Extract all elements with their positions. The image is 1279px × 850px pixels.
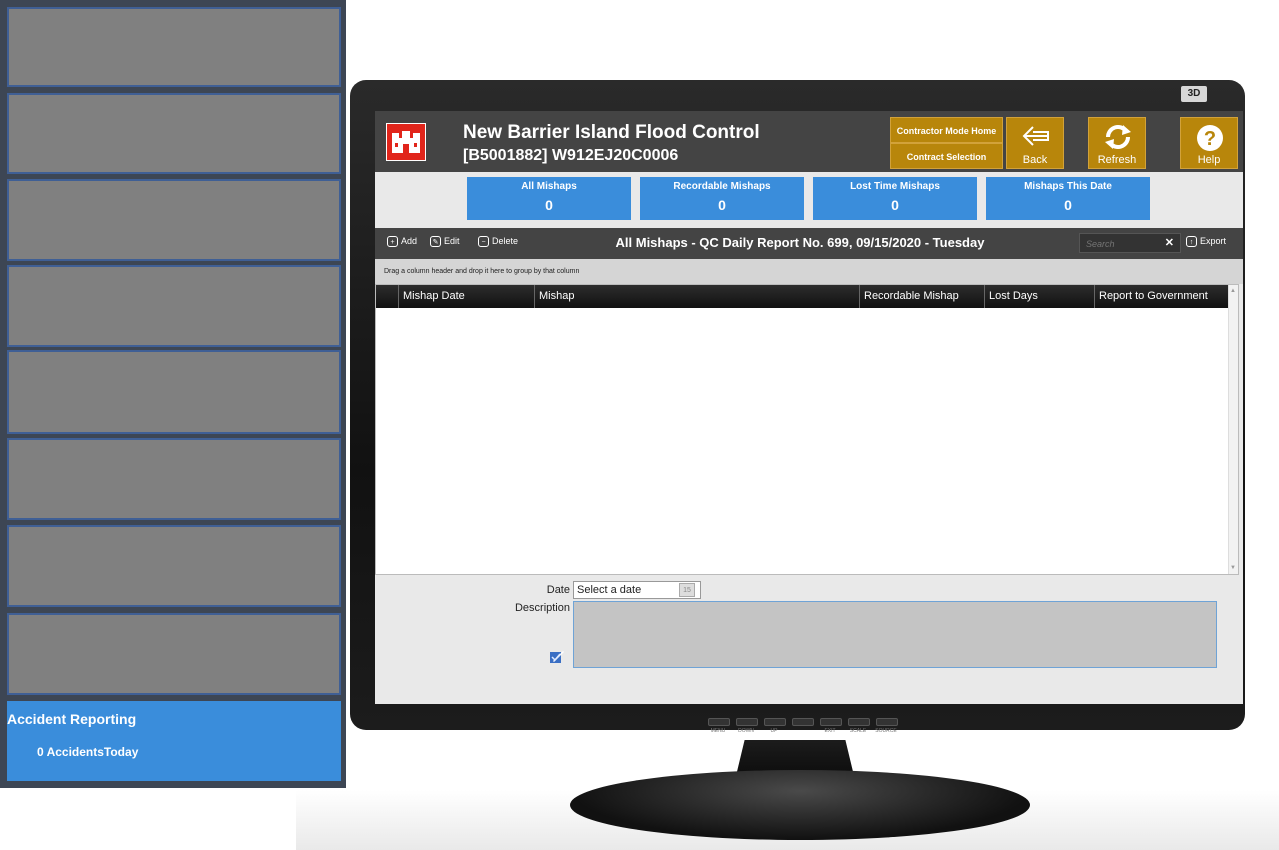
add-label: Add (401, 236, 418, 246)
delete-label: Delete (492, 236, 519, 246)
back-label: Back (1022, 154, 1048, 166)
export-label: Export (1200, 236, 1227, 246)
stat-value: 0 (1064, 197, 1072, 213)
tile-2[interactable] (7, 93, 341, 174)
monitor-button-label: MENU (710, 728, 726, 734)
group-by-panel[interactable]: Drag a column header and drop it here to… (375, 259, 1243, 284)
add-icon: + (387, 236, 398, 248)
column-header-report-to-government[interactable]: Report to Government (1094, 285, 1230, 308)
search-box: ✕ (1079, 233, 1181, 253)
grid-title: All Mishaps - QC Daily Report No. 699, 0… (615, 235, 985, 250)
mishap-detail-panel: Date 15 Description (375, 575, 1243, 704)
stat-recordable-mishaps[interactable]: Recordable Mishaps 0 (640, 177, 804, 220)
help-icon: ? (1197, 125, 1223, 151)
monitor-button-label: UP (770, 728, 778, 734)
monitor-button (820, 718, 842, 726)
monitor-button-label: DOWN (738, 728, 754, 734)
tile-3[interactable] (7, 179, 341, 261)
monitor-button (876, 718, 898, 726)
column-header-mishap-date[interactable]: Mishap Date (398, 285, 534, 308)
stat-value: 0 (891, 197, 899, 213)
edit-label: Edit (444, 236, 460, 246)
description-label: Description (514, 602, 570, 614)
contract-selection-button[interactable]: Contract Selection (890, 143, 1003, 169)
mishaps-grid: Mishap Date Mishap Recordable Mishap Los… (375, 284, 1239, 575)
tile-8[interactable] (7, 613, 341, 695)
stat-all-mishaps[interactable]: All Mishaps 0 (467, 177, 631, 220)
monitor-stand (570, 770, 1030, 840)
app-header: New Barrier Island Flood Control [B50018… (375, 111, 1243, 172)
monitor-button-label: SCALE (849, 728, 867, 734)
column-header-mishap[interactable]: Mishap (534, 285, 859, 308)
accidents-today-count: 0 AccidentsToday (37, 745, 139, 759)
spell-check-icon[interactable] (549, 649, 565, 665)
stat-label: Recordable Mishaps (673, 181, 771, 192)
column-header-recordable-mishap[interactable]: Recordable Mishap (859, 285, 984, 308)
tile-1[interactable] (7, 7, 341, 87)
refresh-button[interactable]: Refresh (1088, 117, 1146, 169)
search-input[interactable] (1084, 236, 1164, 252)
export-icon: ↑ (1186, 236, 1197, 248)
monitor-3d-badge: 3D (1181, 86, 1207, 102)
monitor-button (848, 718, 870, 726)
description-field[interactable] (573, 601, 1217, 668)
refresh-icon (1105, 125, 1131, 149)
delete-button[interactable]: − Delete (478, 236, 519, 248)
help-label: Help (1197, 154, 1221, 166)
monitor-button-label: SOURCE (875, 728, 897, 734)
monitor-button (764, 718, 786, 726)
add-button[interactable]: + Add (387, 236, 418, 248)
grid-header: Mishap Date Mishap Recordable Mishap Los… (376, 285, 1230, 308)
back-button[interactable]: Back (1006, 117, 1064, 169)
tile-panel: Accident Reporting 0 AccidentsToday (0, 0, 346, 788)
stat-value: 0 (718, 197, 726, 213)
date-label: Date (546, 584, 570, 596)
svg-text:?: ? (1204, 128, 1216, 150)
contractor-mode-home-button[interactable]: Contractor Mode Home (890, 117, 1003, 143)
app-screen: New Barrier Island Flood Control [B50018… (375, 111, 1243, 704)
edit-button[interactable]: ✎ Edit (430, 236, 460, 248)
refresh-label: Refresh (1097, 154, 1137, 166)
tile-4[interactable] (7, 265, 341, 347)
accident-reporting-title: Accident Reporting (7, 711, 137, 727)
grid-toolbar: + Add ✎ Edit − Delete All Mishaps - QC Dail… (375, 228, 1243, 259)
castle-logo-icon (386, 123, 426, 161)
stat-value: 0 (545, 197, 553, 213)
stat-lost-time-mishaps[interactable]: Lost Time Mishaps 0 (813, 177, 977, 220)
stat-label: All Mishaps (521, 181, 577, 192)
monitor-button-label: EXIT (824, 728, 836, 734)
scroll-up-icon[interactable]: ▲ (1230, 288, 1236, 294)
help-button[interactable]: ? Help (1180, 117, 1238, 169)
accident-reporting-tile[interactable]: Accident Reporting 0 AccidentsToday (7, 701, 341, 781)
clear-search-icon[interactable]: ✕ (1165, 236, 1174, 249)
tile-6[interactable] (7, 438, 341, 520)
mishap-stats-bar: All Mishaps 0 Recordable Mishaps 0 Lost … (375, 172, 1243, 224)
export-button[interactable]: ↑ Export (1186, 236, 1227, 248)
monitor-button (708, 718, 730, 726)
monitor-button (792, 718, 814, 726)
project-id: [B5001882] W912EJ20C0006 (463, 147, 679, 164)
calendar-icon[interactable]: 15 (679, 583, 695, 597)
project-name: New Barrier Island Flood Control (463, 122, 760, 143)
monitor-button (736, 718, 758, 726)
tile-5[interactable] (7, 350, 341, 434)
scroll-down-icon[interactable]: ▼ (1230, 565, 1236, 571)
stat-label: Mishaps This Date (1024, 181, 1112, 192)
column-header-lost-days[interactable]: Lost Days (984, 285, 1094, 308)
stat-label: Lost Time Mishaps (850, 181, 940, 192)
stat-mishaps-this-date[interactable]: Mishaps This Date 0 (986, 177, 1150, 220)
back-arrow-icon (1022, 126, 1049, 146)
grid-scrollbar[interactable]: ▲ ▼ (1228, 285, 1238, 574)
delete-icon: − (478, 236, 489, 248)
edit-icon: ✎ (430, 236, 441, 248)
tile-7[interactable] (7, 525, 341, 607)
